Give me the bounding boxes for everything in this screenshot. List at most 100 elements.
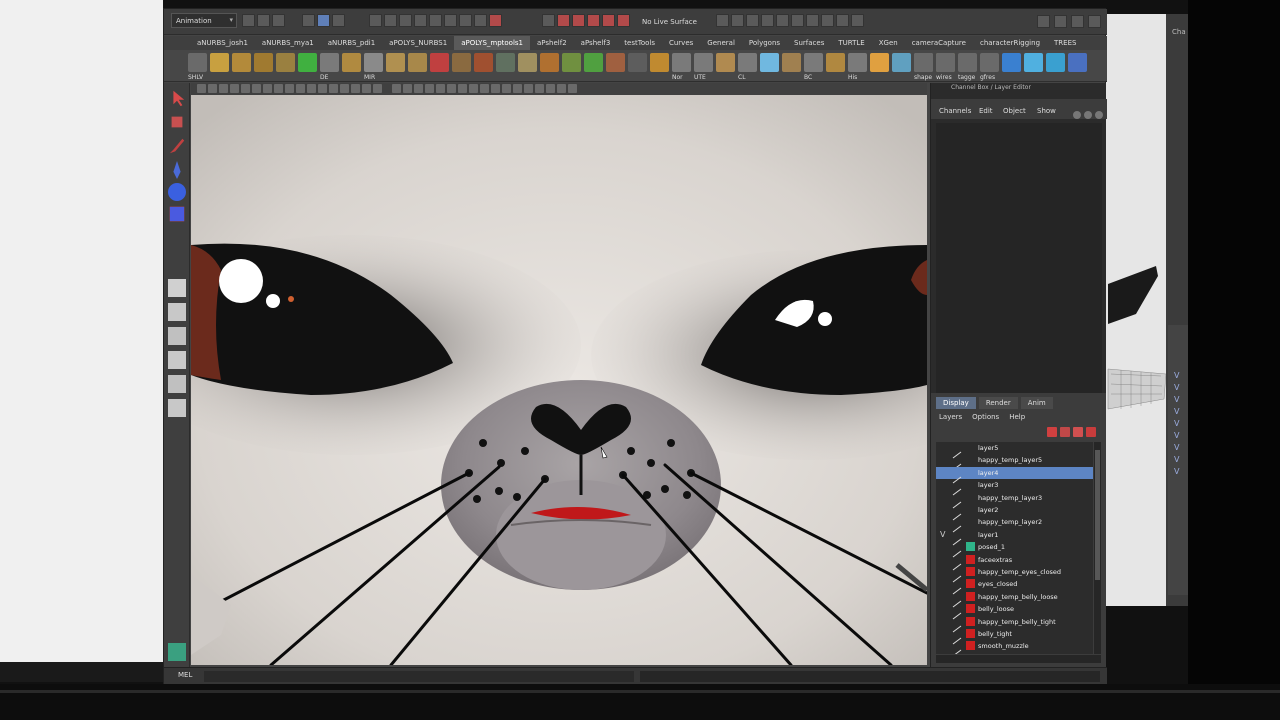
scale-tool-icon[interactable] (169, 206, 185, 222)
layer-playback-toggle[interactable] (952, 456, 962, 471)
select-hierarchy-icon[interactable] (302, 14, 315, 27)
shelf-tab[interactable]: Polygons (742, 36, 787, 50)
layer-playback-toggle[interactable] (952, 593, 962, 608)
shelf-tool-icon[interactable] (518, 53, 537, 72)
layer-color-swatch[interactable] (966, 616, 975, 626)
shelf-tab[interactable]: testTools (617, 36, 662, 50)
layer-color-swatch[interactable] (966, 480, 975, 489)
panel-layout-icon[interactable] (1037, 15, 1050, 28)
shelf-tool-icon[interactable] (1024, 53, 1043, 72)
command-input[interactable] (204, 671, 634, 682)
shelf-tab[interactable]: aNURBS_mya1 (255, 36, 321, 50)
history-icon[interactable] (444, 14, 457, 27)
window-restore-icon[interactable] (1088, 15, 1101, 28)
shelf-tool-icon[interactable] (342, 53, 361, 72)
layout-hypershade-icon[interactable] (168, 399, 186, 417)
viewport-tool-icon[interactable] (546, 84, 555, 93)
channel-box-settings-icon[interactable] (1084, 111, 1092, 119)
viewport-tool-icon[interactable] (329, 84, 338, 93)
shelf-tab[interactable]: cameraCapture (905, 36, 973, 50)
layer-color-swatch[interactable] (966, 567, 975, 576)
paint-select-tool-icon[interactable] (169, 138, 185, 154)
new-layer-icon[interactable] (1073, 427, 1083, 437)
select-component-icon[interactable] (332, 14, 345, 27)
shelf-tab[interactable]: TREES (1047, 36, 1083, 50)
hypergraph-icon[interactable] (851, 14, 864, 27)
layer-color-swatch[interactable] (966, 554, 975, 564)
layer-row[interactable]: happy_temp_layer5 (936, 454, 1093, 471)
shelf-right-button[interactable]: gfres (980, 53, 999, 81)
viewport-tool-icon[interactable] (557, 84, 566, 93)
delete-x-icon[interactable] (298, 53, 317, 72)
shelf-tab[interactable]: General (700, 36, 742, 50)
layer-color-swatch[interactable] (966, 629, 975, 638)
viewport-tool-icon[interactable] (513, 84, 522, 93)
menu-layers[interactable]: Layers (939, 413, 962, 421)
menu-edit[interactable]: Edit (979, 107, 993, 115)
layer-playback-toggle[interactable] (952, 469, 962, 484)
layer-row[interactable]: faceextras (936, 554, 1093, 570)
layout-two-icon[interactable] (168, 327, 186, 345)
shelf-tab[interactable]: aNURBS_pdi1 (321, 36, 382, 50)
viewport-tool-icon[interactable] (491, 84, 500, 93)
shelf-tab[interactable]: aPshelf3 (574, 36, 618, 50)
shelf-tool-icon[interactable] (210, 53, 229, 72)
viewport-tool-icon[interactable] (274, 84, 283, 93)
render-settings-icon[interactable] (587, 14, 600, 27)
tab-anim[interactable]: Anim (1020, 397, 1053, 409)
viewport-tool-icon[interactable] (414, 84, 423, 93)
shelf-tool-icon[interactable] (892, 53, 911, 72)
shelf-right-button[interactable]: tagge (958, 53, 977, 81)
viewport-tool-icon[interactable] (362, 84, 371, 93)
move-tool-icon[interactable] (173, 161, 181, 179)
shelf-tab[interactable]: XGen (872, 36, 905, 50)
channel-box-area[interactable] (936, 123, 1102, 393)
shelf-cl-button[interactable]: CL (738, 53, 757, 81)
layer-color-swatch[interactable] (966, 468, 975, 477)
shelf-tool-icon[interactable] (760, 53, 779, 72)
layout-persp-graph-icon[interactable] (168, 375, 186, 393)
layer-row[interactable]: layer2 (936, 504, 1093, 521)
viewport-tool-icon[interactable] (535, 84, 544, 93)
select-tool-icon[interactable] (173, 90, 185, 107)
viewport-tool-icon[interactable] (219, 84, 228, 93)
layer-playback-toggle[interactable] (952, 494, 962, 508)
layout-four-icon[interactable] (168, 303, 186, 321)
menu-set-selector[interactable]: Animation ▾ (171, 13, 237, 28)
select-object-icon[interactable] (317, 14, 330, 27)
layer-visibility-toggle[interactable]: V (940, 530, 945, 539)
layer-color-swatch[interactable] (966, 443, 975, 452)
viewport-tool-icon[interactable] (447, 84, 456, 93)
layer-row[interactable]: layer3 (936, 479, 1093, 496)
shelf-tool-icon[interactable] (716, 53, 735, 72)
layer-playback-toggle[interactable] (952, 618, 962, 632)
shelf-tool-icon[interactable] (474, 53, 493, 72)
ipr-render-icon[interactable] (572, 14, 585, 27)
layer-color-swatch[interactable] (966, 579, 975, 589)
menu-channels[interactable]: Channels (939, 107, 971, 115)
layer-row[interactable]: posed_1 (936, 541, 1093, 558)
shelf-tool-icon[interactable] (430, 53, 449, 72)
shelf-mir-button[interactable]: MIR (364, 53, 383, 81)
layer-color-swatch[interactable] (966, 530, 975, 539)
viewport-tool-icon[interactable] (425, 84, 434, 93)
shelf-de-button[interactable]: DE (320, 53, 339, 81)
shelf-tab[interactable]: aNURBS_josh1 (190, 36, 255, 50)
viewport-tool-icon[interactable] (296, 84, 305, 93)
menu-options[interactable]: Options (972, 413, 999, 421)
viewport-tool-icon[interactable] (502, 84, 511, 93)
open-scene-icon[interactable] (257, 14, 270, 27)
shelf-tab[interactable]: aPOLYS_NURBS1 (382, 36, 454, 50)
render-icon[interactable] (489, 14, 502, 27)
render-current-icon[interactable] (557, 14, 570, 27)
snap-view-icon[interactable] (414, 14, 427, 27)
shelf-tool-icon[interactable] (650, 53, 669, 72)
viewport-tool-icon[interactable] (208, 84, 217, 93)
layout-single-icon[interactable] (168, 279, 186, 297)
menu-object[interactable]: Object (1003, 107, 1026, 115)
shelf-tool-icon[interactable] (386, 53, 405, 72)
tool-settings-icon[interactable] (731, 14, 744, 27)
modeling-toolkit-icon[interactable] (761, 14, 774, 27)
viewport-tool-icon[interactable] (392, 84, 401, 93)
move-layer-down-icon[interactable] (1060, 427, 1070, 437)
